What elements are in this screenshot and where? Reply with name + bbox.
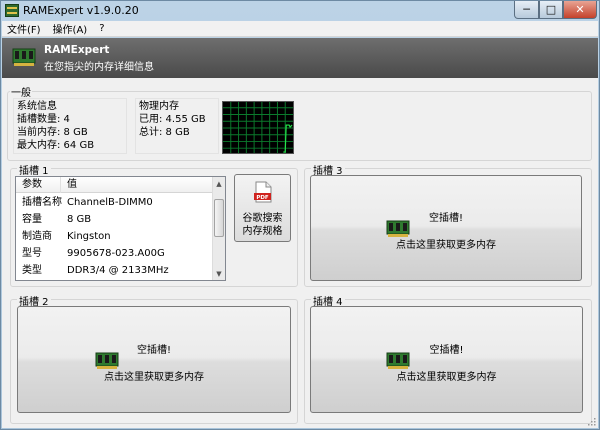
system-info-box: 系统信息 插槽数量: 4 当前内存: 8 GB 最大内存: 64 GB bbox=[13, 98, 127, 154]
maximize-button[interactable]: □ bbox=[539, 1, 563, 19]
slot2-empty-label: 空插槽! bbox=[136, 345, 171, 356]
list-row[interactable]: 型号 9905678-023.A00G bbox=[16, 245, 213, 262]
list-header: 参数 值 bbox=[16, 177, 213, 193]
vertical-scrollbar[interactable]: ▲ ▼ bbox=[212, 177, 225, 280]
pdf-icon-label: PDF bbox=[256, 195, 269, 201]
value-cell: 8 GB bbox=[67, 214, 92, 225]
close-icon: ✕ bbox=[575, 3, 585, 16]
menu-action[interactable]: 操作(A) bbox=[48, 21, 95, 36]
value-cell: Kingston bbox=[67, 231, 111, 242]
slot3-more-label: 点击这里获取更多内存 bbox=[396, 240, 496, 251]
slot3-get-memory-button[interactable]: 空插槽! 点击这里获取更多内存 bbox=[310, 175, 582, 281]
minimize-button[interactable]: ─ bbox=[514, 1, 539, 19]
menu-file[interactable]: 文件(F) bbox=[2, 21, 48, 36]
pdf-icon: PDF bbox=[254, 181, 272, 203]
scroll-up-icon[interactable]: ▲ bbox=[213, 177, 225, 190]
physical-memory-box: 物理内存 已用: 4.55 GB 总计: 8 GB bbox=[135, 98, 219, 154]
main-panel: 一般 系统信息 插槽数量: 4 当前内存: 8 GB 最大内存: 64 GB 物… bbox=[2, 78, 598, 428]
slot4-get-memory-button[interactable]: 空插槽! 点击这里获取更多内存 bbox=[310, 306, 583, 413]
scroll-thumb[interactable] bbox=[214, 199, 224, 237]
value-cell: ChannelB-DIMM0 bbox=[67, 197, 153, 208]
param-cell: 型号 bbox=[22, 248, 42, 259]
minimize-icon: ─ bbox=[523, 3, 530, 16]
header-banner: RAMExpert 在您指尖的内存详细信息 bbox=[2, 38, 598, 78]
memory-usage-graph bbox=[222, 101, 294, 154]
banner-title: RAMExpert bbox=[44, 44, 110, 56]
max-memory-label: 最大内存: 64 GB bbox=[17, 140, 95, 151]
slot3-empty-label: 空插槽! bbox=[428, 213, 463, 224]
pdf-button-line2: 内存规格 bbox=[242, 226, 283, 237]
title-bar[interactable]: RAMExpert v1.9.0.20 ─ □ ✕ bbox=[1, 1, 599, 21]
value-cell: 9905678-023.A00G bbox=[67, 248, 165, 259]
slot4-more-label: 点击这里获取更多内存 bbox=[396, 372, 497, 383]
column-header-value[interactable]: 值 bbox=[61, 177, 213, 193]
list-row[interactable]: 插槽名称 ChannelB-DIMM0 bbox=[16, 194, 213, 211]
menu-help[interactable]: ? bbox=[94, 23, 111, 34]
resize-grip-icon[interactable] bbox=[588, 418, 596, 426]
slot1-title: 插槽 1 bbox=[17, 162, 51, 177]
slot4-empty-label: 空插槽! bbox=[429, 345, 464, 356]
menu-bar: 文件(F) 操作(A) ? bbox=[2, 21, 598, 37]
list-row[interactable]: 类型 DDR3/4 @ 2133MHz bbox=[16, 262, 213, 279]
maximize-icon: □ bbox=[545, 3, 557, 16]
ram-module-icon bbox=[12, 48, 36, 66]
app-icon bbox=[5, 4, 19, 17]
column-header-param[interactable]: 参数 bbox=[16, 177, 61, 193]
app-window: RAMExpert v1.9.0.20 ─ □ ✕ 文件(F) 操作(A) ? … bbox=[0, 0, 600, 430]
close-button[interactable]: ✕ bbox=[563, 1, 597, 19]
param-cell: 容量 bbox=[22, 214, 42, 225]
list-row[interactable]: 制造商 Kingston bbox=[16, 228, 213, 245]
param-cell: 插槽名称 bbox=[22, 197, 62, 208]
banner-subtitle: 在您指尖的内存详细信息 bbox=[44, 62, 154, 73]
scroll-down-icon[interactable]: ▼ bbox=[213, 267, 225, 280]
slot2-more-label: 点击这里获取更多内存 bbox=[104, 372, 204, 383]
slot2-get-memory-button[interactable]: 空插槽! 点击这里获取更多内存 bbox=[17, 306, 291, 413]
window-title: RAMExpert v1.9.0.20 bbox=[23, 4, 139, 17]
google-spec-search-button[interactable]: PDF 谷歌搜索 内存规格 bbox=[234, 174, 291, 242]
total-memory-label: 总计: 8 GB bbox=[139, 127, 190, 138]
slot1-details-list[interactable]: 参数 值 插槽名称 ChannelB-DIMM0 容量 8 GB 制造商 Kin… bbox=[15, 176, 226, 281]
value-cell: DDR3/4 @ 2133MHz bbox=[67, 265, 169, 276]
param-cell: 制造商 bbox=[22, 231, 52, 242]
list-row[interactable]: 容量 8 GB bbox=[16, 211, 213, 228]
param-cell: 类型 bbox=[22, 265, 42, 276]
